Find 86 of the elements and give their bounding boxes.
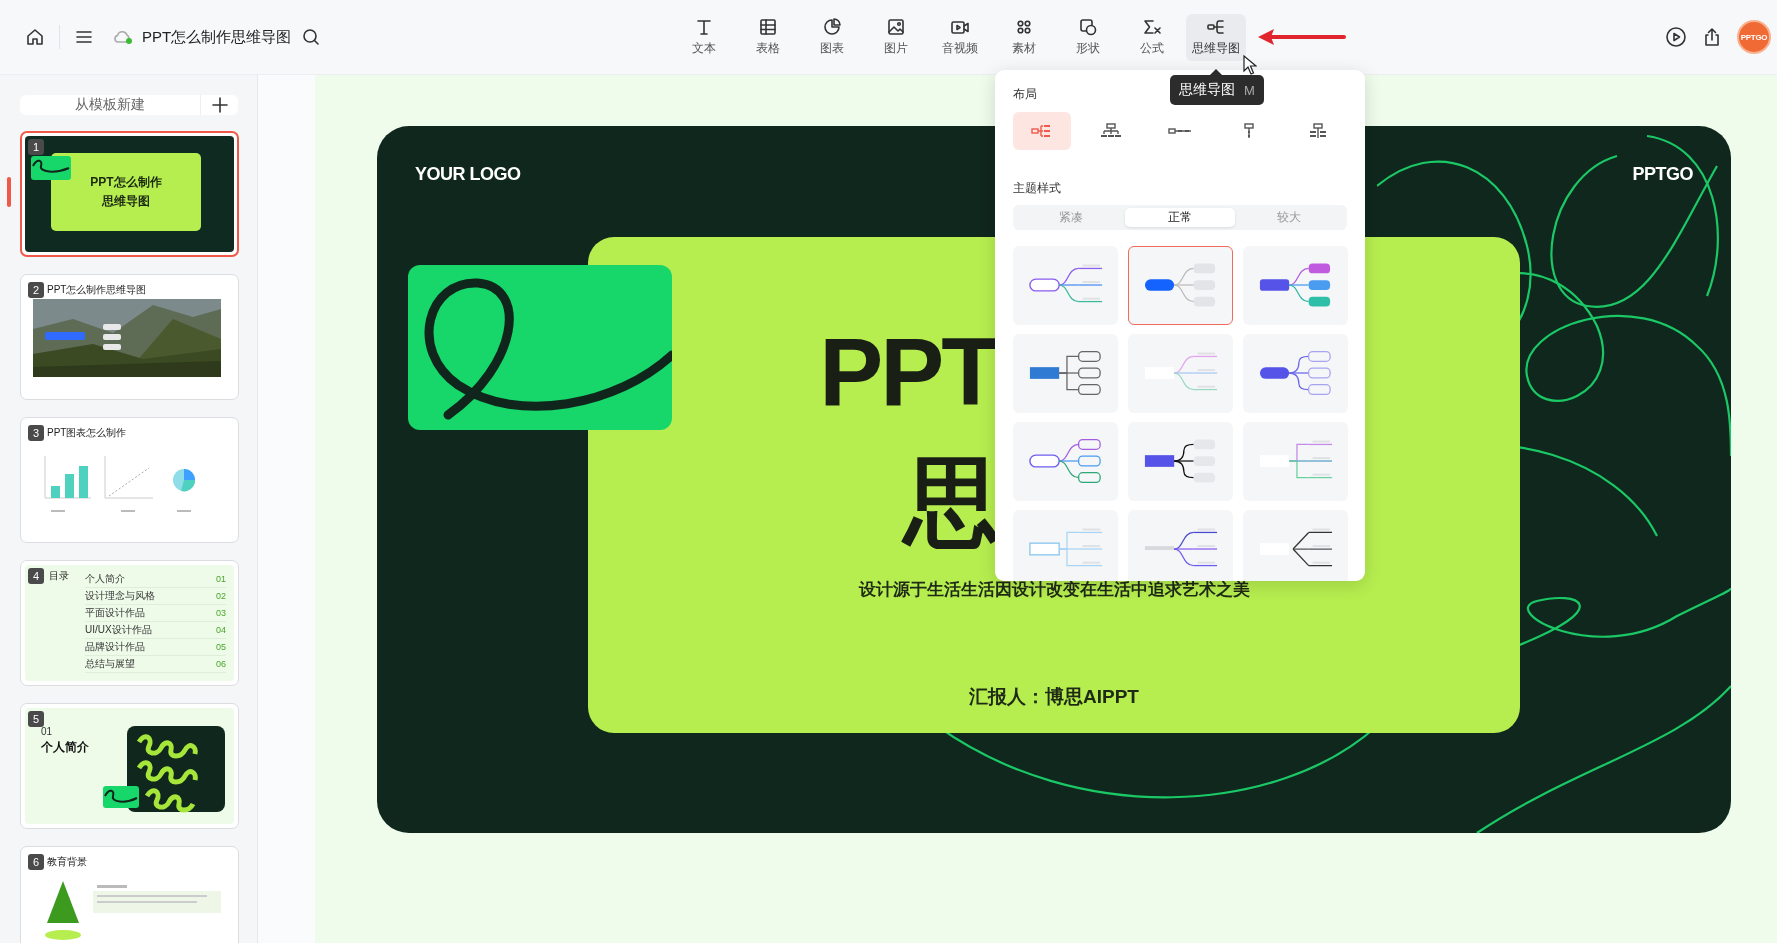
slide-number: 4: [28, 568, 44, 584]
toolbar-button[interactable]: 思维导图: [1186, 13, 1246, 61]
mind-map-style-icon: [1259, 440, 1333, 479]
slide-number: 3: [28, 425, 44, 441]
slide-title: PPT怎么制作思维导图: [47, 283, 147, 297]
slide-title: 教育背景: [47, 855, 87, 869]
slide-thumbnail[interactable]: 5 01 个人简介: [20, 703, 239, 829]
toolbar-button[interactable]: 公式: [1122, 13, 1182, 61]
contents-item: 品牌设计作品: [85, 640, 145, 654]
search-icon[interactable]: [301, 27, 322, 47]
mind-map-style-icon: [1029, 264, 1103, 303]
brand-text: PPTGO: [1632, 164, 1693, 185]
toolbar-button[interactable]: 图表: [802, 13, 862, 61]
contents-number: 06: [216, 659, 226, 669]
contents-number: 03: [216, 608, 226, 618]
mind-map-style-icon: [1144, 263, 1216, 307]
slide-title: PPT: [819, 317, 997, 427]
mind-map-style-icon: [1259, 350, 1331, 396]
mind-map-style-icon: [1144, 352, 1218, 391]
home-icon[interactable]: [25, 27, 45, 47]
mind-map-style-icon: [1029, 528, 1103, 567]
mind-map-style-icon: [1144, 439, 1216, 483]
slide-thumbnail[interactable]: 2 PPT怎么制作思维导图: [20, 274, 239, 400]
toolbar-button[interactable]: 形状: [1058, 13, 1118, 61]
contents-number: 04: [216, 625, 226, 635]
slide-number: 2: [28, 282, 44, 298]
theme-option[interactable]: [1013, 422, 1118, 501]
slide-number: 5: [28, 711, 44, 727]
theme-option[interactable]: [1128, 246, 1233, 325]
toolbar-button[interactable]: 素材: [994, 13, 1054, 61]
shortcut-key: M: [1244, 82, 1255, 98]
contents-number: 02: [216, 591, 226, 601]
mind-map-style-icon: [1029, 350, 1101, 396]
slide-thumbnail[interactable]: 3 PPT图表怎么制作: [20, 417, 239, 543]
slide-title: PPT图表怎么制作: [47, 426, 127, 440]
play-icon[interactable]: [1665, 26, 1687, 48]
table-icon: [758, 17, 778, 37]
image-icon: [886, 17, 906, 37]
theme-option[interactable]: [1128, 422, 1233, 501]
contents-item: 总结与展望: [85, 657, 135, 671]
mind-map-style-icon: [1259, 528, 1333, 567]
section-label: 布局: [1013, 86, 1037, 103]
plus-icon: [210, 96, 229, 114]
grid-dots-icon: [1014, 17, 1034, 37]
slide-title: PPT怎么制作: [90, 174, 162, 191]
section-number: 01: [41, 726, 53, 737]
slide-number: 1: [28, 139, 44, 155]
mind-map-style-icon: [1029, 438, 1101, 484]
card-graphic-drawing: [31, 156, 71, 180]
text-icon: [694, 17, 714, 37]
contents-item: UI/UX设计作品: [85, 623, 152, 637]
tooltip-label: 思维导图: [1179, 81, 1235, 99]
contents-item: 平面设计作品: [85, 606, 145, 620]
mind-map-icon: [1206, 17, 1226, 37]
slide-title: 个人简介: [41, 739, 89, 756]
toolbar-button[interactable]: 音视频: [930, 13, 990, 61]
theme-option[interactable]: [1243, 510, 1348, 581]
mind-map-style-icon: [1259, 263, 1331, 307]
sigma-icon: [1142, 17, 1162, 37]
theme-option[interactable]: [1243, 334, 1348, 413]
slide-thumbnail[interactable]: 4 目录 个人简介 01 设计理念与风格 02 平面设计作品 03 UI/UX设计作品 04 品牌设计作品 05 总结与展望 06: [20, 560, 239, 686]
contents-item: 设计理念与风格: [85, 589, 155, 603]
toolbar-button[interactable]: 图片: [866, 13, 926, 61]
current-slide-indicator: [7, 177, 11, 207]
slide-title: 思维导图: [102, 193, 150, 210]
logo-text: YOUR LOGO: [415, 164, 521, 185]
presenter-text: 汇报人：博思AIPPT: [968, 685, 1140, 709]
contents-number: 01: [216, 574, 226, 584]
slide-title: 目录: [49, 569, 69, 583]
document-title: PPT怎么制作思维导图: [142, 27, 292, 47]
org-chart-icon: [1099, 123, 1123, 139]
shapes-icon: [1078, 17, 1098, 37]
slide-subtitle: 设计源于生活生活因设计改变在生活中追求艺术之美: [857, 579, 1251, 600]
theme-option[interactable]: [1013, 334, 1118, 413]
mind-map-style-icon: [1144, 528, 1218, 567]
slide-thumbnail[interactable]: 6 教育背景: [20, 846, 239, 943]
theme-option[interactable]: [1243, 246, 1348, 325]
toolbar-button[interactable]: 文本: [674, 13, 734, 61]
theme-option[interactable]: [1013, 246, 1118, 325]
pie-chart-icon: [822, 17, 842, 37]
section-label: 主题样式: [1013, 180, 1061, 197]
toolbar-button[interactable]: 表格: [738, 13, 798, 61]
contents-number: 05: [216, 642, 226, 652]
slide-number: 6: [28, 854, 44, 870]
size-tab[interactable]: 正常: [1125, 208, 1235, 227]
contents-item: 个人简介: [85, 572, 125, 586]
